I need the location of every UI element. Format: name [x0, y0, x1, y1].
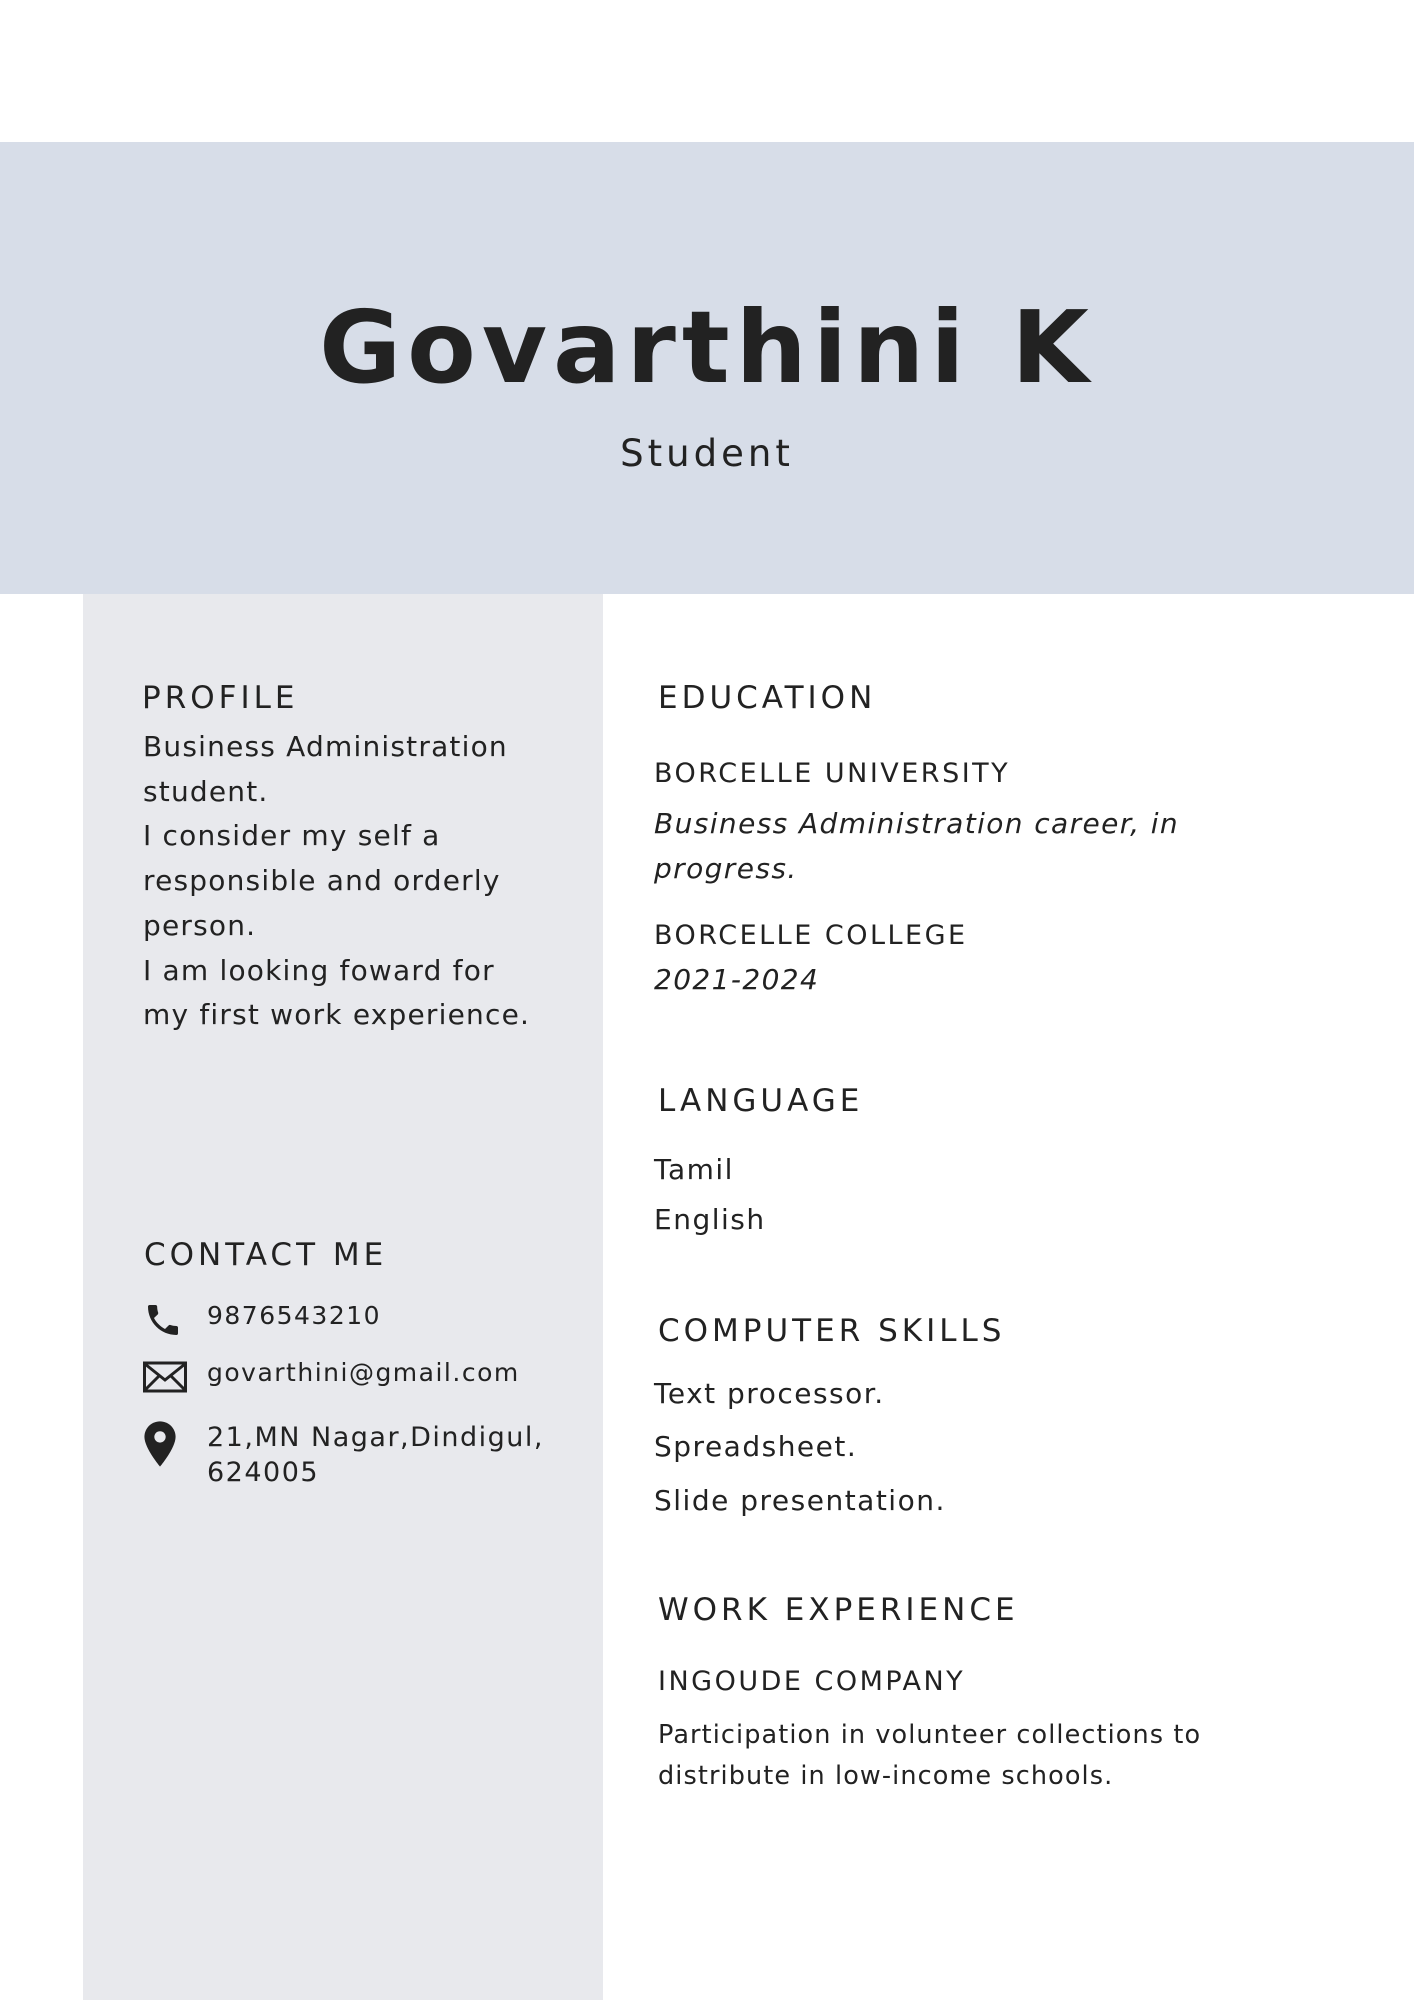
profile-heading: PROFILE: [142, 680, 299, 716]
computer-skills-heading: COMPUTER SKILLS: [658, 1313, 1006, 1349]
person-name: Govarthini K: [319, 289, 1095, 406]
education-institution: BORCELLE UNIVERSITY: [654, 758, 1011, 789]
contact-phone-row: 9876543210: [143, 1298, 381, 1342]
contact-phone: 9876543210: [207, 1301, 382, 1330]
language-item: English: [654, 1203, 766, 1236]
address-line: 21,MN Nagar,Dindigul,: [207, 1422, 545, 1453]
language-item: Tamil: [654, 1153, 734, 1186]
location-pin-icon: [143, 1420, 195, 1468]
phone-icon: [143, 1298, 195, 1342]
profile-line: student.: [143, 774, 269, 808]
profile-line: Business Administration: [143, 730, 508, 763]
work-company: INGOUDE COMPANY: [658, 1666, 966, 1697]
profile-line: person.: [143, 908, 257, 942]
mail-icon: [143, 1355, 195, 1399]
work-description-line: distribute in low-income schools.: [658, 1761, 1114, 1791]
skill-item: Spreadsheet.: [654, 1430, 858, 1463]
contact-email: govarthini@gmail.com: [207, 1358, 520, 1387]
profile-line: I am looking foward for: [143, 953, 495, 987]
work-experience-heading: WORK EXPERIENCE: [658, 1592, 1019, 1628]
address-line: 624005: [207, 1457, 320, 1488]
contact-email-row: govarthini@gmail.com: [143, 1355, 520, 1399]
contact-address-row: 21,MN Nagar,Dindigul, 624005: [143, 1420, 544, 1490]
skill-item: Text processor.: [654, 1377, 885, 1410]
education-detail: 2021-2024: [654, 963, 820, 996]
language-heading: LANGUAGE: [658, 1083, 864, 1119]
education-detail: progress.: [654, 852, 798, 885]
profile-line: my first work experience.: [143, 998, 531, 1032]
work-description-line: Participation in volunteer collections t…: [658, 1720, 1202, 1750]
education-heading: EDUCATION: [658, 680, 877, 716]
skill-item: Slide presentation.: [654, 1484, 946, 1517]
person-role: Student: [620, 432, 794, 475]
work-description: Participation in volunteer collections t…: [658, 1715, 1201, 1797]
contact-address: 21,MN Nagar,Dindigul, 624005: [207, 1420, 544, 1490]
education-detail: Business Administration career, in: [654, 807, 1180, 840]
profile-line: responsible and orderly: [143, 864, 501, 898]
profile-line: I consider my self a: [143, 819, 441, 853]
profile-text: Business Administration student. I consi…: [143, 725, 573, 1038]
contact-heading: CONTACT ME: [144, 1237, 388, 1273]
education-institution: BORCELLE COLLEGE: [654, 920, 968, 951]
